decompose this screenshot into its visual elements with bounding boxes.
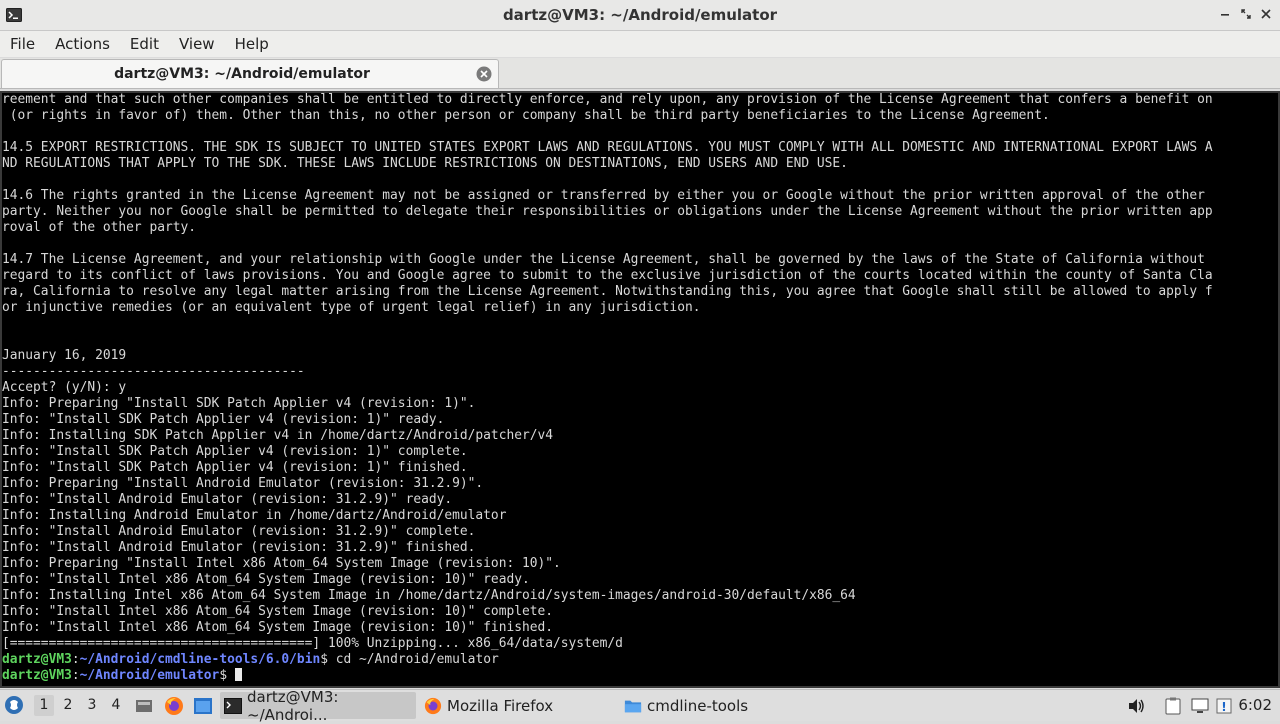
prompt-path: ~/Android/cmdline-tools/6.0/bin: [79, 652, 321, 667]
terminal-line: 14.6 The rights granted in the License A…: [2, 188, 1205, 203]
prompt-path: ~/Android/emulator: [79, 668, 220, 683]
prompt-line: dartz@VM3:~/Android/cmdline-tools/6.0/bi…: [2, 652, 1213, 668]
firefox-launcher-icon[interactable]: [164, 696, 184, 716]
terminal-line: party. Neither you nor Google shall be p…: [2, 204, 1213, 219]
taskbar: 1 2 3 4 dartz@VM3: ~/Androi... Mozilla F…: [0, 688, 1280, 724]
terminal-line: Info: Preparing "Install Android Emulato…: [2, 476, 484, 491]
tab-label: dartz@VM3: ~/Android/emulator: [114, 66, 370, 82]
prompt-symbol: $: [219, 668, 228, 683]
clipboard-icon[interactable]: [1163, 696, 1183, 716]
tab-bar: dartz@VM3: ~/Android/emulator: [0, 58, 1280, 89]
folder-icon: [624, 697, 642, 715]
terminal-line: reement and that such other companies sh…: [2, 92, 1213, 107]
terminal-line: Info: "Install Intel x86 Atom_64 System …: [2, 620, 554, 635]
network-icon[interactable]: !: [1214, 696, 1234, 716]
window-title: dartz@VM3: ~/Android/emulator: [502, 6, 778, 24]
terminal-line: Info: Installing Android Emulator in /ho…: [2, 508, 507, 523]
terminal-line: (or rights in favor of) them. Other than…: [2, 108, 1050, 123]
firefox-icon: [424, 697, 442, 715]
prompt-symbol: $: [320, 652, 328, 667]
task-file-manager[interactable]: cmdline-tools: [620, 692, 816, 719]
minimize-icon[interactable]: [1218, 7, 1232, 21]
window-launcher-icon[interactable]: [193, 696, 213, 716]
terminal-output: reement and that such other companies sh…: [2, 92, 1213, 684]
workspace-4[interactable]: 4: [106, 695, 126, 716]
task-firefox-label: Mozilla Firefox: [447, 696, 554, 715]
terminal-tab[interactable]: dartz@VM3: ~/Android/emulator: [1, 59, 499, 88]
terminal-icon: [224, 697, 242, 715]
terminal-line: Info: "Install Intel x86 Atom_64 System …: [2, 604, 554, 619]
workspace-3[interactable]: 3: [82, 695, 102, 716]
file-manager-icon[interactable]: [134, 696, 154, 716]
menu-bar: File Actions Edit View Help: [0, 31, 1280, 57]
terminal-line: Info: "Install SDK Patch Applier v4 (rev…: [2, 444, 468, 459]
menu-file[interactable]: File: [0, 31, 45, 57]
terminal-line: Info: "Install Android Emulator (revisio…: [2, 492, 453, 507]
terminal-line: 14.7 The License Agreement, and your rel…: [2, 252, 1205, 267]
terminal-line: Info: "Install SDK Patch Applier v4 (rev…: [2, 412, 445, 427]
workspace-1[interactable]: 1: [34, 695, 54, 716]
terminal-line: Info: Installing SDK Patch Applier v4 in…: [2, 428, 554, 443]
terminal-line: ND REGULATIONS THAT APPLY TO THE SDK. TH…: [2, 156, 848, 171]
terminal-line: Info: Installing Intel x86 Atom_64 Syste…: [2, 588, 856, 603]
terminal-line: [=======================================…: [2, 636, 623, 651]
terminal-line: Info: "Install Android Emulator (revisio…: [2, 524, 476, 539]
text-cursor: [234, 668, 242, 681]
menu-view[interactable]: View: [169, 31, 225, 57]
workspace-2[interactable]: 2: [58, 695, 78, 716]
terminal-line: Info: Preparing "Install SDK Patch Appli…: [2, 396, 476, 411]
svg-text:!: !: [1221, 700, 1226, 714]
display-icon[interactable]: [1190, 696, 1210, 716]
terminal-line: ---------------------------------------: [2, 364, 305, 379]
terminal-line: Accept? (y/N): y: [2, 380, 127, 395]
terminal-line: Info: "Install Intel x86 Atom_64 System …: [2, 572, 530, 587]
prompt-user: dartz@VM3: [2, 668, 72, 683]
terminal-line: roval of the other party.: [2, 220, 197, 235]
terminal-line: Info: "Install Android Emulator (revisio…: [2, 540, 476, 555]
prompt-command: cd ~/Android/emulator: [327, 652, 499, 667]
task-file-manager-label: cmdline-tools: [647, 696, 749, 715]
prompt-user: dartz@VM3: [2, 652, 72, 667]
terminal-line: Info: "Install SDK Patch Applier v4 (rev…: [2, 460, 468, 475]
task-terminal[interactable]: dartz@VM3: ~/Androi...: [220, 688, 416, 724]
menu-edit[interactable]: Edit: [120, 31, 169, 57]
terminal-line: January 16, 2019: [2, 348, 127, 363]
start-menu-icon[interactable]: [4, 695, 24, 715]
tab-close-icon[interactable]: [476, 66, 492, 82]
terminal-line: 14.5 EXPORT RESTRICTIONS. THE SDK IS SUB…: [2, 140, 1213, 155]
prompt-command: [227, 668, 235, 683]
title-bar: dartz@VM3: ~/Android/emulator: [0, 0, 1280, 31]
volume-icon[interactable]: [1126, 696, 1146, 716]
prompt-colon: :: [71, 668, 80, 683]
task-terminal-label: dartz@VM3: ~/Androi...: [247, 687, 339, 724]
prompt-colon: :: [71, 652, 80, 667]
prompt-line: dartz@VM3:~/Android/emulator$: [2, 668, 1213, 684]
terminal-line: ra, California to resolve any legal matt…: [2, 284, 1213, 299]
terminal-line: or injunctive remedies (or an equivalent…: [2, 300, 701, 315]
terminal-line: Info: Preparing "Install Intel x86 Atom_…: [2, 556, 561, 571]
task-firefox[interactable]: Mozilla Firefox: [420, 692, 616, 719]
menu-actions[interactable]: Actions: [45, 31, 120, 57]
terminal-area[interactable]: reement and that such other companies sh…: [0, 91, 1280, 688]
menu-help[interactable]: Help: [225, 31, 279, 57]
clock: 6:02: [1238, 696, 1272, 714]
maximize-icon[interactable]: [1239, 7, 1253, 21]
terminal-line: regard to its conflict of laws provision…: [2, 268, 1213, 283]
close-icon[interactable]: [1259, 7, 1273, 21]
